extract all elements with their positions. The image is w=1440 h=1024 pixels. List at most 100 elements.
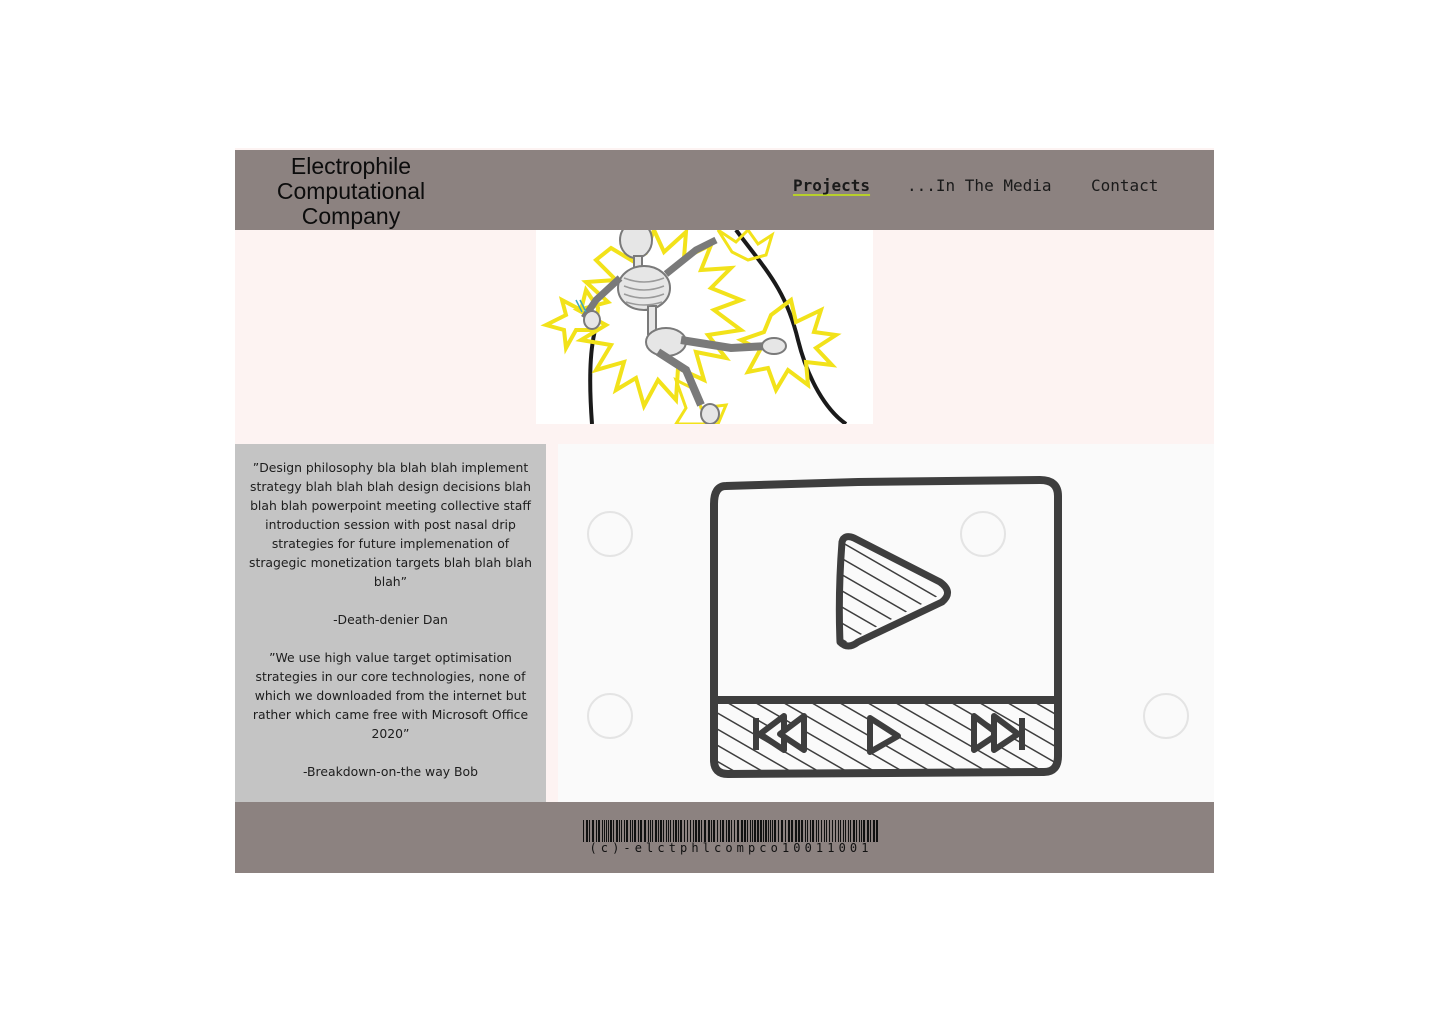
barcode-bar <box>807 820 808 842</box>
barcode-bar <box>621 820 622 842</box>
barcode-bar <box>613 820 614 842</box>
barcode-bar <box>737 820 739 842</box>
barcode-bar <box>693 820 694 842</box>
barcode-bar <box>684 820 685 842</box>
barcode-bar <box>876 820 878 842</box>
video-panel[interactable] <box>558 444 1214 802</box>
barcode-bar <box>670 820 671 842</box>
barcode-bar <box>583 820 584 842</box>
barcode-bar <box>640 820 642 842</box>
barcode-bar <box>634 820 636 842</box>
barcode-bar <box>680 820 682 842</box>
barcode-text: (c)-elctphlcompco10011001 <box>589 841 873 855</box>
barcode-bar <box>602 820 603 842</box>
barcode-bar <box>805 820 806 842</box>
barcode-bar <box>765 820 767 842</box>
barcode-bar <box>741 820 743 842</box>
barcode-bar <box>752 820 753 842</box>
barcode-bar <box>698 820 700 842</box>
barcode-bar <box>801 820 803 842</box>
barcode-bar <box>859 820 860 842</box>
barcode-bar <box>624 820 625 842</box>
barcode-graphic <box>583 820 878 842</box>
barcode-bar <box>695 820 697 842</box>
barcode-bar <box>720 820 721 842</box>
barcode-bar <box>598 820 600 842</box>
barcode-bar <box>768 820 769 842</box>
barcode-bar <box>810 820 811 842</box>
barcode-bar <box>861 820 862 842</box>
barcode-bar <box>744 820 746 842</box>
barcode-bar <box>638 820 639 842</box>
electrocuted-skeleton-illustration <box>536 230 873 424</box>
barcode-bar <box>848 820 849 842</box>
barcode-bar <box>663 820 664 842</box>
barcode-bar <box>704 820 706 842</box>
barcode-bar <box>608 820 609 842</box>
barcode-bar <box>632 820 633 842</box>
barcode-bar <box>610 820 612 842</box>
barcode-bar <box>616 820 618 842</box>
barcode-bar <box>867 820 869 842</box>
barcode-bar <box>678 820 679 842</box>
barcode-bar <box>791 820 793 842</box>
barcode-bar <box>673 820 674 842</box>
barcode-bar <box>747 820 748 842</box>
barcode-bar <box>863 820 865 842</box>
barcode-bar <box>840 820 841 842</box>
barcode-bar <box>586 820 588 842</box>
barcode-bar <box>711 820 712 842</box>
barcode-bar <box>754 820 756 842</box>
nav-in-the-media[interactable]: ...In The Media <box>907 176 1052 195</box>
barcode-bar <box>652 820 653 842</box>
barcode-bar <box>592 820 594 842</box>
quote-author-1: -Death-denier Dan <box>333 612 448 627</box>
barcode-bar <box>660 820 662 842</box>
barcode-bar <box>826 820 827 842</box>
site-container: Electrophile Computational Company Proje… <box>235 148 1214 873</box>
barcode-bar <box>630 820 631 842</box>
barcode-bar <box>701 820 702 842</box>
site-header: Electrophile Computational Company Proje… <box>235 150 1214 230</box>
nav-projects[interactable]: Projects <box>793 176 870 195</box>
barcode-bar <box>713 820 715 842</box>
barcode-bar <box>722 820 724 842</box>
company-logo[interactable]: Electrophile Computational Company <box>263 154 439 229</box>
barcode-bar <box>668 820 669 842</box>
barcode-bar <box>821 820 822 842</box>
quote-author-2: -Breakdown-on-the way Bob <box>303 764 478 779</box>
barcode-bar <box>728 820 730 842</box>
barcode-bar <box>596 820 597 842</box>
barcode-bar <box>870 820 871 842</box>
nav-contact[interactable]: Contact <box>1091 176 1158 195</box>
barcode-bar <box>644 820 646 842</box>
logo-line-2: Computational <box>276 178 426 204</box>
barcode-bar <box>829 820 830 842</box>
logo-line-3: Company <box>301 203 401 229</box>
barcode-bar <box>690 820 691 842</box>
barcode-bar <box>873 820 875 842</box>
logo-line-1: Electrophile <box>290 153 412 179</box>
barcode-bar <box>763 820 764 842</box>
barcode-bar <box>757 820 759 842</box>
barcode-bar <box>626 820 628 842</box>
barcode-bar <box>658 820 659 842</box>
barcode-bar <box>788 820 790 842</box>
barcode-bar <box>812 820 814 842</box>
barcode-bar <box>589 820 590 842</box>
barcode-bar <box>650 820 651 842</box>
barcode-bar <box>770 820 771 842</box>
quote-text-2: ”We use high value target optimisation s… <box>252 650 529 741</box>
barcode-bar <box>774 820 776 842</box>
barcode-bar <box>619 820 620 842</box>
barcode-bar <box>816 820 817 842</box>
site-footer: (c)-elctphlcompco10011001 <box>235 802 1214 873</box>
barcode-bar <box>795 820 797 842</box>
hero-image <box>536 230 873 424</box>
testimonials-panel: ”Design philosophy bla blah blah impleme… <box>235 444 546 802</box>
barcode-bar <box>781 820 783 842</box>
quote-text-1: ”Design philosophy bla blah blah impleme… <box>249 460 532 589</box>
barcode-bar <box>835 820 836 842</box>
barcode-bar <box>785 820 786 842</box>
barcode-bar <box>648 820 649 842</box>
